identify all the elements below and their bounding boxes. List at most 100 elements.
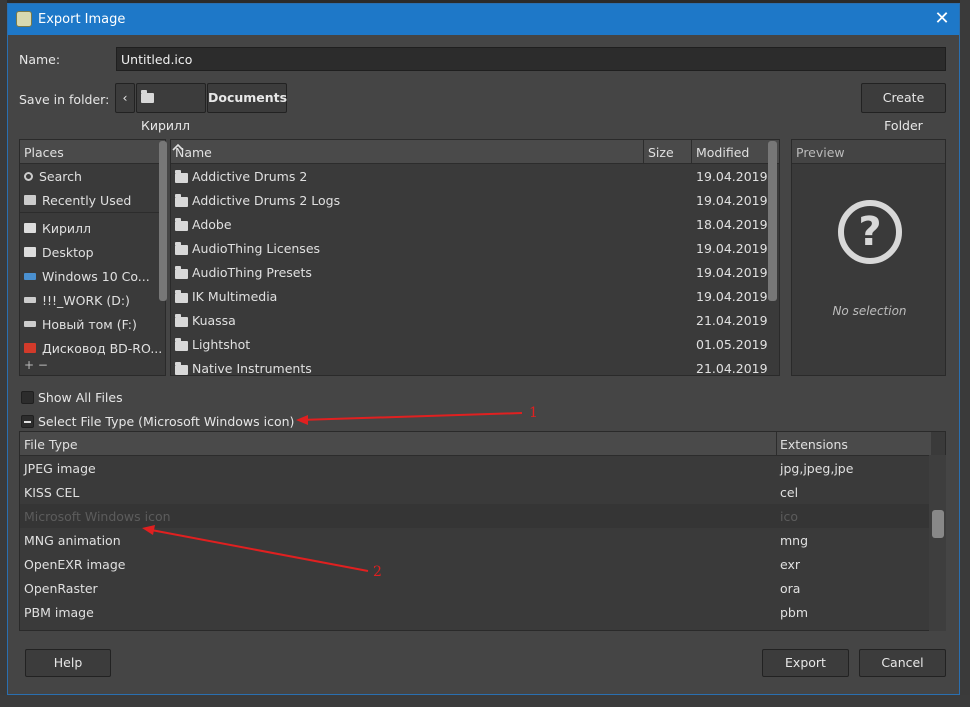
preview-pane: Preview ? No selection — [791, 139, 946, 376]
places-scrollbar[interactable] — [159, 141, 167, 301]
filename-input[interactable] — [116, 47, 946, 71]
title-bar: Export Image ✕ — [8, 4, 959, 35]
places-item-label: Windows 10 Co... — [42, 268, 150, 284]
select-file-type-label[interactable]: Select File Type (Microsoft Windows icon… — [38, 414, 294, 429]
places-item-label: !!!_WORK (D:) — [42, 292, 130, 308]
file-name: AudioThing Presets — [192, 265, 312, 280]
file-rows: Addictive Drums 2 19.04.2019 Addictive Dru… — [171, 164, 768, 375]
file-row[interactable]: Native Instruments 21.04.2019 — [171, 356, 768, 375]
folder-icon — [24, 247, 36, 257]
column-size[interactable]: Size — [648, 145, 674, 160]
file-type-extensions: ora — [780, 581, 801, 596]
file-type-row[interactable]: KISS CEL cel — [20, 480, 931, 504]
save-in-folder-label: Save in folder: — [19, 92, 110, 107]
file-row[interactable]: Addictive Drums 2 Logs 19.04.2019 — [171, 188, 768, 212]
places-header: Places — [20, 140, 165, 164]
file-list: Name Size Modified Addictive Drums 2 19.0… — [170, 139, 780, 376]
name-label: Name: — [19, 52, 61, 67]
question-mark-icon: ? — [838, 200, 902, 264]
column-divider — [691, 140, 692, 164]
places-item-label: Кирилл — [42, 220, 92, 236]
cancel-button[interactable]: Cancel — [859, 649, 946, 677]
places-item-work-drive[interactable]: !!!_WORK (D:) — [20, 288, 165, 312]
file-type-extensions: ico — [780, 509, 798, 524]
file-modified: 01.05.2019 — [696, 337, 768, 352]
file-type-scrollbar-thumb[interactable] — [932, 510, 944, 538]
window-title: Export Image — [38, 12, 126, 27]
annotation-label-1: 1 — [529, 405, 538, 421]
file-name-cell: Addictive Drums 2 — [175, 169, 307, 184]
disc-icon — [24, 343, 36, 353]
places-item-bd-drive[interactable]: Дисковод BD-RO... — [20, 336, 165, 360]
select-file-type-expander[interactable] — [21, 415, 34, 428]
export-image-dialog: Export Image ✕ Name: Save in folder: ‹ К… — [7, 3, 960, 695]
column-modified[interactable]: Modified — [696, 145, 749, 160]
file-row[interactable]: Lightshot 01.05.2019 — [171, 332, 768, 356]
column-file-type[interactable]: File Type — [24, 437, 78, 452]
file-type-row[interactable]: OpenRaster ora — [20, 576, 931, 600]
places-add-remove[interactable]: + − — [24, 358, 48, 372]
file-row[interactable]: IK Multimedia 19.04.2019 — [171, 284, 768, 308]
places-item-windows-drive[interactable]: Windows 10 Co... — [20, 264, 165, 288]
annotation-label-2: 2 — [373, 564, 382, 580]
folder-icon — [175, 265, 188, 279]
places-item-label: Новый том (F:) — [42, 316, 137, 332]
file-type-list: File Type Extensions JPEG image jpg,jpeg,… — [19, 431, 946, 631]
places-item-home[interactable]: Кирилл — [20, 216, 165, 240]
column-name[interactable]: Name — [175, 145, 212, 160]
file-type-row[interactable]: Microsoft Windows icon ico — [20, 504, 931, 528]
recent-icon — [24, 195, 36, 205]
file-name-cell: Native Instruments — [175, 361, 312, 375]
breadcrumb-user-folder[interactable]: Кирилл — [136, 83, 206, 133]
file-type-row[interactable]: PBM image pbm — [20, 600, 931, 624]
file-type-row[interactable]: MNG animation mng — [20, 528, 931, 552]
places-item-desktop[interactable]: Desktop — [20, 240, 165, 264]
file-type-name: PBM image — [24, 605, 94, 620]
breadcrumb-user-label: Кирилл — [141, 118, 191, 133]
file-type-row[interactable]: JPEG image jpg,jpeg,jpe — [20, 456, 931, 480]
file-type-row[interactable]: OpenEXR image exr — [20, 552, 931, 576]
file-modified: 18.04.2019 — [696, 217, 768, 232]
folder-icon — [175, 217, 188, 231]
places-item-search[interactable]: Search — [20, 164, 165, 188]
file-type-scroll-track[interactable] — [929, 455, 946, 631]
export-button[interactable]: Export — [762, 649, 849, 677]
create-folder-button[interactable]: Create Folder — [861, 83, 946, 133]
file-name: Addictive Drums 2 — [192, 169, 308, 184]
file-name: AudioThing Licenses — [192, 241, 321, 256]
places-item-label: Recently Used — [42, 192, 132, 208]
disk-icon — [24, 321, 36, 327]
file-name-cell: IK Multimedia — [175, 289, 277, 304]
breadcrumb-documents[interactable]: Documents — [207, 83, 287, 113]
places-item-recent[interactable]: Recently Used — [20, 188, 165, 212]
show-all-files-label: Show All Files — [38, 390, 123, 405]
file-type-extensions: pbm — [780, 605, 809, 620]
file-type-extensions: exr — [780, 557, 801, 572]
search-icon — [24, 171, 33, 181]
file-row[interactable]: AudioThing Licenses 19.04.2019 — [171, 236, 768, 260]
disk-icon — [24, 297, 36, 303]
file-type-name: OpenRaster — [24, 581, 98, 596]
file-row[interactable]: Addictive Drums 2 19.04.2019 — [171, 164, 768, 188]
folder-icon — [175, 193, 188, 207]
folder-icon — [175, 241, 188, 255]
file-modified: 19.04.2019 — [696, 265, 768, 280]
gimp-app-icon — [16, 11, 32, 27]
breadcrumb-back-button[interactable]: ‹ — [115, 83, 135, 113]
file-name: IK Multimedia — [192, 289, 278, 304]
file-name: Kuassa — [192, 313, 236, 328]
file-row[interactable]: AudioThing Presets 19.04.2019 — [171, 260, 768, 284]
file-row[interactable]: Kuassa 21.04.2019 — [171, 308, 768, 332]
close-button[interactable]: ✕ — [929, 8, 955, 32]
help-button[interactable]: Help — [25, 649, 111, 677]
folder-icon — [24, 223, 36, 233]
file-name: Lightshot — [192, 337, 251, 352]
show-all-files-checkbox[interactable] — [21, 391, 34, 404]
places-item-new-volume[interactable]: Новый том (F:) — [20, 312, 165, 336]
file-row[interactable]: Adobe 18.04.2019 — [171, 212, 768, 236]
file-name-cell: Addictive Drums 2 Logs — [175, 193, 340, 208]
column-extensions[interactable]: Extensions — [780, 437, 848, 452]
preview-header: Preview — [792, 140, 945, 164]
file-name: Adobe — [192, 217, 232, 232]
file-list-scrollbar[interactable] — [768, 141, 777, 301]
